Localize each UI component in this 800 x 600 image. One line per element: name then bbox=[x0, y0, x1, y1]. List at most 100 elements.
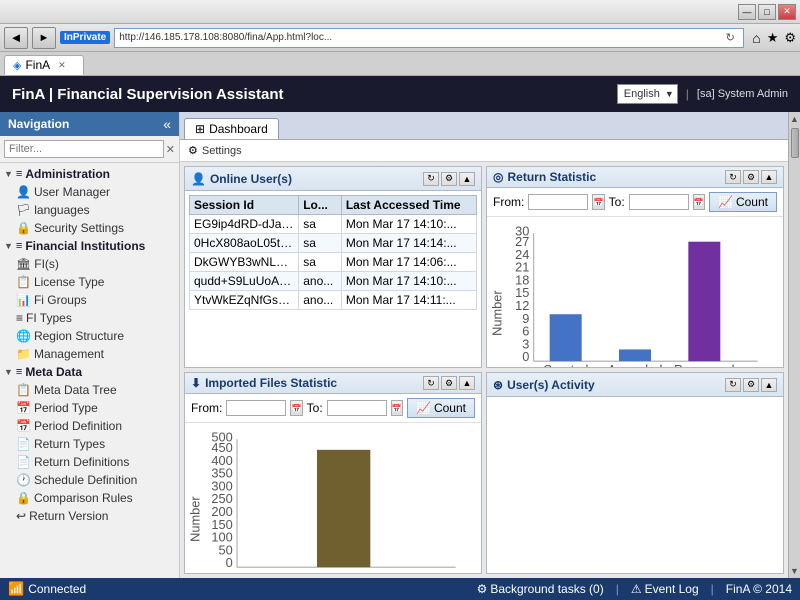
comparison-icon: 🔒 bbox=[16, 491, 31, 505]
online-users-settings-button[interactable]: ⚙ bbox=[441, 172, 457, 186]
table-cell: sa bbox=[299, 215, 342, 234]
svg-text:18: 18 bbox=[515, 272, 529, 287]
filter-clear-icon[interactable]: ✕ bbox=[166, 143, 175, 156]
home-icon[interactable]: ⌂ bbox=[752, 30, 760, 46]
fis-label: FI(s) bbox=[34, 257, 59, 271]
sidebar-item-languages[interactable]: 🏳 languages bbox=[0, 201, 179, 219]
sidebar-item-fi-types[interactable]: ≡ FI Types bbox=[0, 309, 179, 327]
tree-expand-icon-meta: ▼ bbox=[4, 367, 13, 377]
refresh-button[interactable]: ↻ bbox=[721, 29, 739, 47]
sidebar: Navigation « ✕ ▼ ≡ Administration 👤 User… bbox=[0, 112, 180, 578]
users-activity-actions: ↻ ⚙ ▲ bbox=[725, 378, 777, 392]
return-statistic-icon: ◎ bbox=[493, 170, 503, 184]
fina-tab[interactable]: ◈ FinA ✕ bbox=[4, 55, 84, 75]
return-from-calendar-button[interactable]: 📅 bbox=[592, 194, 604, 210]
favorites-icon[interactable]: ★ bbox=[767, 30, 779, 46]
return-stats-controls: From: 📅 To: 📅 📈 Count bbox=[487, 188, 783, 217]
sidebar-item-user-manager[interactable]: 👤 User Manager bbox=[0, 183, 179, 201]
scroll-thumb[interactable] bbox=[791, 128, 799, 158]
sidebar-item-period-definition[interactable]: 📅 Period Definition bbox=[0, 417, 179, 435]
sidebar-item-fi-groups[interactable]: 📊 Fi Groups bbox=[0, 291, 179, 309]
sidebar-item-management[interactable]: 📁 Management bbox=[0, 345, 179, 363]
minimize-button[interactable]: — bbox=[738, 4, 756, 20]
tools-icon[interactable]: ⚙ bbox=[784, 30, 796, 46]
fi-section-label: Financial Institutions bbox=[25, 239, 145, 253]
imported-files-settings-button[interactable]: ⚙ bbox=[441, 376, 457, 390]
region-label: Region Structure bbox=[34, 329, 124, 343]
forward-button[interactable]: ► bbox=[32, 27, 56, 49]
tab-favicon: ◈ bbox=[13, 59, 21, 72]
return-to-input[interactable] bbox=[629, 194, 689, 210]
back-button[interactable]: ◄ bbox=[4, 27, 28, 49]
language-select[interactable]: English bbox=[617, 84, 678, 104]
imported-from-input[interactable] bbox=[226, 400, 286, 416]
sidebar-item-meta-data-tree[interactable]: 📋 Meta Data Tree bbox=[0, 381, 179, 399]
return-statistic-settings-button[interactable]: ⚙ bbox=[743, 170, 759, 184]
sidebar-filter-input[interactable] bbox=[4, 140, 164, 158]
sidebar-item-return-types[interactable]: 📄 Return Types bbox=[0, 435, 179, 453]
svg-text:9: 9 bbox=[522, 311, 529, 326]
imported-files-expand-button[interactable]: ▲ bbox=[459, 376, 475, 390]
status-right: ⚙ Background tasks (0) | ⚠ Event Log | F… bbox=[477, 582, 792, 596]
table-cell: DkGWYB3wNL+80o... bbox=[190, 253, 299, 272]
sidebar-collapse-button[interactable]: « bbox=[163, 116, 171, 132]
sidebar-item-schedule-definition[interactable]: 🕐 Schedule Definition bbox=[0, 471, 179, 489]
online-users-title-text: Online User(s) bbox=[210, 172, 292, 186]
tab-title: FinA bbox=[25, 58, 50, 72]
online-users-header: 👤 Online User(s) ↻ ⚙ ▲ bbox=[185, 167, 481, 191]
svg-text:100: 100 bbox=[211, 530, 232, 545]
dashboard-tab[interactable]: ⊞ Dashboard bbox=[184, 118, 279, 139]
table-cell: ano... bbox=[299, 291, 342, 310]
imported-from-calendar-button[interactable]: 📅 bbox=[290, 400, 302, 416]
return-statistic-expand-button[interactable]: ▲ bbox=[761, 170, 777, 184]
sidebar-item-financial-institutions[interactable]: ▼ ≡ Financial Institutions bbox=[0, 237, 179, 255]
fi-types-icon: ≡ bbox=[16, 311, 23, 325]
return-count-button[interactable]: 📈 Count bbox=[709, 192, 777, 212]
tab-close-icon[interactable]: ✕ bbox=[58, 60, 66, 71]
wifi-icon: 📶 bbox=[8, 581, 24, 597]
return-from-input[interactable] bbox=[528, 194, 588, 210]
svg-text:30: 30 bbox=[515, 223, 529, 238]
return-statistic-refresh-button[interactable]: ↻ bbox=[725, 170, 741, 184]
scroll-thumb-area[interactable] bbox=[789, 126, 800, 564]
fi-groups-label: Fi Groups bbox=[34, 293, 87, 307]
imported-count-button[interactable]: 📈 Count bbox=[407, 398, 475, 418]
status-sep1: | bbox=[616, 582, 619, 596]
scroll-up-arrow[interactable]: ▲ bbox=[788, 112, 800, 126]
sidebar-item-fis[interactable]: 🏛 FI(s) bbox=[0, 255, 179, 273]
right-scrollbar[interactable]: ▲ ▼ bbox=[788, 112, 800, 578]
svg-text:Processed: Processed bbox=[674, 362, 734, 368]
close-button[interactable]: ✕ bbox=[778, 4, 796, 20]
users-activity-settings-button[interactable]: ⚙ bbox=[743, 378, 759, 392]
sidebar-item-comparison-rules[interactable]: 🔒 Comparison Rules bbox=[0, 489, 179, 507]
return-to-calendar-button[interactable]: 📅 bbox=[693, 194, 705, 210]
management-label: Management bbox=[34, 347, 104, 361]
imported-files-refresh-button[interactable]: ↻ bbox=[423, 376, 439, 390]
imported-to-label: To: bbox=[307, 401, 323, 415]
users-activity-refresh-button[interactable]: ↻ bbox=[725, 378, 741, 392]
table-cell: YtvWkEZqNfGsx3u2... bbox=[190, 291, 299, 310]
table-cell: Mon Mar 17 14:11:... bbox=[341, 291, 476, 310]
sidebar-item-license-type[interactable]: 📋 License Type bbox=[0, 273, 179, 291]
sidebar-item-region-structure[interactable]: 🌐 Region Structure bbox=[0, 327, 179, 345]
users-activity-expand-button[interactable]: ▲ bbox=[761, 378, 777, 392]
sidebar-item-period-type[interactable]: 📅 Period Type bbox=[0, 399, 179, 417]
settings-label: Settings bbox=[202, 145, 242, 157]
sidebar-item-return-definitions[interactable]: 📄 Return Definitions bbox=[0, 453, 179, 471]
sidebar-item-security-settings[interactable]: 🔒 Security Settings bbox=[0, 219, 179, 237]
maximize-button[interactable]: □ bbox=[758, 4, 776, 20]
address-bar[interactable]: http://146.185.178.108:8080/fina/App.htm… bbox=[114, 28, 744, 48]
sidebar-item-administration[interactable]: ▼ ≡ Administration bbox=[0, 165, 179, 183]
imported-to-input[interactable] bbox=[327, 400, 387, 416]
online-users-expand-button[interactable]: ▲ bbox=[459, 172, 475, 186]
background-tasks[interactable]: ⚙ Background tasks (0) bbox=[477, 582, 604, 596]
return-statistic-actions: ↻ ⚙ ▲ bbox=[725, 170, 777, 184]
users-activity-title: ⊛ User(s) Activity bbox=[493, 378, 595, 392]
sidebar-title: Navigation bbox=[8, 117, 69, 131]
imported-to-calendar-button[interactable]: 📅 bbox=[391, 400, 403, 416]
event-log[interactable]: ⚠ Event Log bbox=[631, 582, 699, 596]
sidebar-item-return-version[interactable]: ↩ Return Version bbox=[0, 507, 179, 525]
sidebar-item-metadata[interactable]: ▼ ≡ Meta Data bbox=[0, 363, 179, 381]
scroll-down-arrow[interactable]: ▼ bbox=[788, 564, 800, 578]
online-users-refresh-button[interactable]: ↻ bbox=[423, 172, 439, 186]
